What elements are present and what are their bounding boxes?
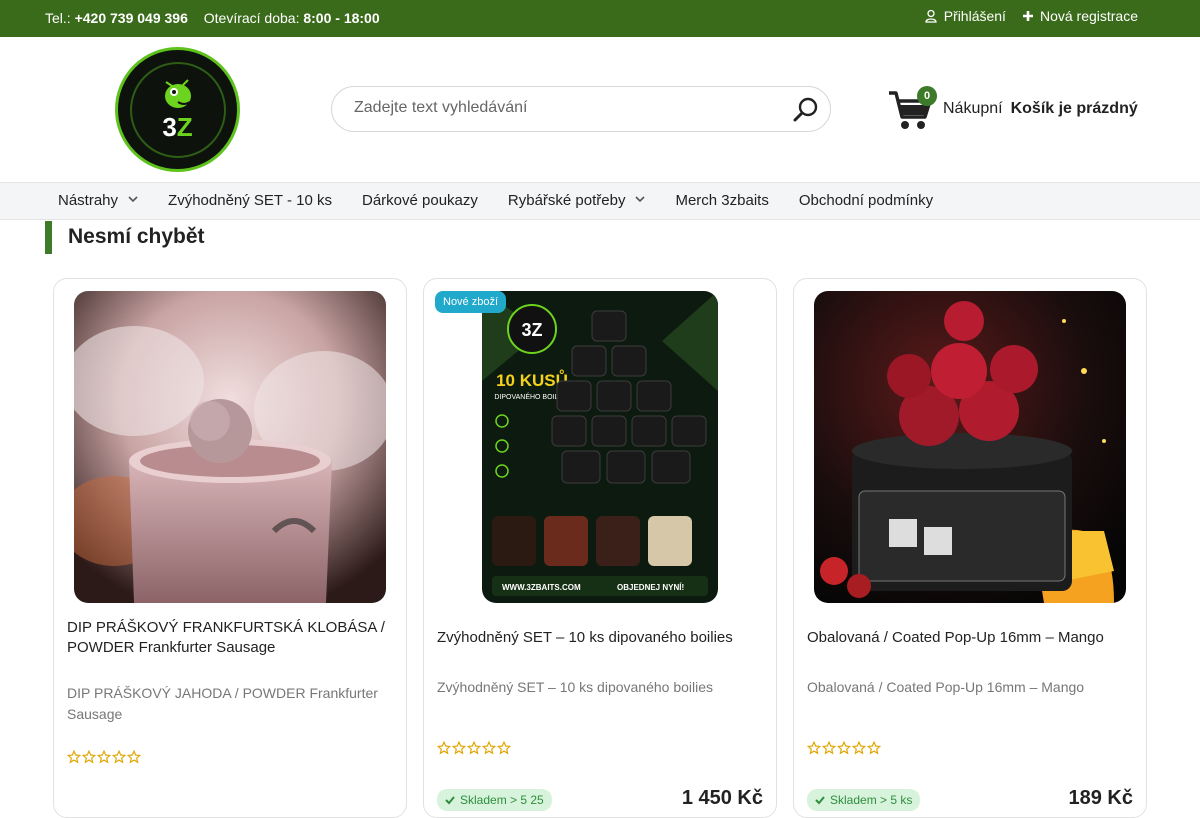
nav-list: Nástrahy Zvýhodněný SET - 10 ks Dárkové po…: [58, 192, 933, 209]
product-price: 1 450 Kč: [681, 787, 763, 809]
main-nav: Nástrahy Zvýhodněný SET - 10 ks Dárkové po…: [0, 182, 1200, 220]
login-link[interactable]: Přihlášení: [924, 8, 1006, 24]
cart-status: Košík je prázdný: [1010, 100, 1138, 117]
svg-text:3Z: 3Z: [521, 320, 542, 340]
star-icon[interactable]: [451, 740, 467, 760]
nav-item-label: Merch 3zbaits: [675, 192, 769, 209]
login-label: Přihlášení: [943, 8, 1006, 24]
nav-item[interactable]: Dárkové poukazy: [362, 192, 478, 209]
new-badge: Nové zboží: [435, 291, 507, 313]
search-icon[interactable]: [792, 96, 820, 129]
opening-hours: 8:00 - 18:00: [303, 10, 380, 26]
star-icon[interactable]: [851, 740, 867, 760]
product-card[interactable]: Nové zboží 3Z 10 KUSŮ DIPOVANÉHO BOILIES: [423, 278, 777, 818]
site-header: 3Z 0 NákupníKošík je prázdný: [0, 37, 1200, 182]
nav-item-label: Dárkové poukazy: [362, 192, 478, 209]
star-icon[interactable]: [436, 740, 452, 760]
top-bar: Tel.: +420 739 049 396 Otevírací doba: 8…: [0, 0, 1200, 37]
user-icon: [924, 9, 938, 23]
register-link[interactable]: Nová registrace: [1022, 8, 1138, 24]
nav-item-label: Obchodní podmínky: [798, 192, 934, 209]
site-logo[interactable]: 3Z: [115, 47, 240, 172]
logo-emblem: 3Z: [129, 61, 226, 158]
logo-text: 3Z: [162, 112, 193, 142]
chevron-down-icon[interactable]: [128, 195, 138, 206]
star-icon[interactable]: [496, 740, 512, 760]
nav-item[interactable]: Merch 3zbaits: [675, 192, 768, 209]
product-price: 189 Kč: [1068, 787, 1134, 809]
nav-item-label: Rybářské potřeby: [507, 192, 626, 209]
search-input[interactable]: [354, 99, 774, 117]
rating-stars[interactable]: [66, 749, 142, 769]
star-icon[interactable]: [481, 740, 497, 760]
star-icon[interactable]: [81, 749, 97, 769]
star-icon[interactable]: [806, 740, 822, 760]
star-icon[interactable]: [821, 740, 837, 760]
poster-url: WWW.3ZBAITS.COM: [502, 583, 581, 592]
phone-number[interactable]: +420 739 049 396: [75, 10, 188, 26]
product-description: DIP PRÁŠKOVÝ JAHODA / POWDER Frankfurter…: [67, 685, 378, 722]
nav-item-label: Zvýhodněný SET - 10 ks: [168, 192, 332, 209]
nav-item[interactable]: Obchodní podmínky: [799, 192, 933, 209]
hours-label: Otevírací doba:: [203, 10, 300, 26]
rating-stars[interactable]: [806, 740, 882, 760]
product-title[interactable]: DIP PRÁŠKOVÝ FRANKFURTSKÁ KLOBÁSA / POWD…: [67, 618, 397, 658]
product-title[interactable]: Obalovaná / Coated Pop-Up 16mm – Mango: [807, 628, 1137, 648]
section-title: Nesmí chybět: [45, 221, 205, 254]
shrimp-mascot-icon: [164, 79, 191, 108]
star-icon[interactable]: [866, 740, 882, 760]
nav-item[interactable]: Zvýhodněný SET - 10 ks: [168, 192, 332, 209]
nav-item[interactable]: Rybářské potřeby: [508, 192, 646, 209]
cart-widget[interactable]: 0 Nákupní Košík je prázdný: [887, 85, 1147, 133]
cart-label: Nákupní Košík je prázdný: [943, 100, 1138, 117]
star-icon[interactable]: [66, 749, 82, 769]
stock-badge: Skladem > 5 25: [437, 789, 552, 811]
product-image[interactable]: 3Z 10 KUSŮ DIPOVANÉHO BOILIES WWW.3ZBAIT…: [482, 291, 718, 603]
chevron-down-icon[interactable]: [635, 195, 646, 206]
cart-count-badge: 0: [917, 86, 937, 106]
star-icon[interactable]: [111, 749, 127, 769]
star-icon[interactable]: [466, 740, 482, 760]
register-label: Nová registrace: [1039, 8, 1138, 24]
star-icon[interactable]: [96, 749, 112, 769]
product-card[interactable]: Obalovaná / Coated Pop-Up 16mm – Mango O…: [793, 278, 1147, 818]
nav-item-label: Nástrahy: [58, 192, 119, 209]
product-image[interactable]: [814, 291, 1126, 603]
product-description: Obalovaná / Coated Pop-Up 16mm – Mango: [807, 679, 1085, 695]
star-icon[interactable]: [836, 740, 852, 760]
plus-icon: [1022, 10, 1034, 22]
poster-cta: OBJEDNEJ NYNÍ!: [617, 583, 684, 592]
stock-badge: Skladem > 5 ks: [807, 789, 921, 811]
product-image[interactable]: [74, 291, 386, 603]
nav-item[interactable]: Nástrahy: [58, 192, 138, 209]
search-box[interactable]: [331, 86, 831, 132]
contact-info: Tel.: +420 739 049 396 Otevírací doba: 8…: [45, 10, 380, 26]
check-icon: [445, 796, 455, 805]
product-title[interactable]: Zvýhodněný SET – 10 ks dipovaného boilie…: [437, 628, 767, 648]
product-description: Zvýhodněný SET – 10 ks dipovaného boilie…: [437, 679, 714, 695]
phone-label: Tel.:: [45, 10, 71, 26]
star-icon[interactable]: [126, 749, 142, 769]
product-card[interactable]: DIP PRÁŠKOVÝ FRANKFURTSKÁ KLOBÁSA / POWD…: [53, 278, 407, 818]
rating-stars[interactable]: [436, 740, 512, 760]
check-icon: [815, 796, 825, 805]
